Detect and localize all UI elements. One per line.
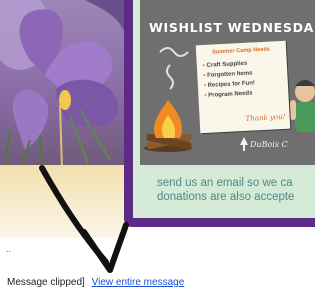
message-clipped-label: Message clipped] bbox=[7, 277, 85, 288]
newsletter-card: WISHLIST WEDNESDA Summer Camp Needs Craf… bbox=[124, 0, 315, 227]
crocus-photo bbox=[0, 0, 128, 170]
newsletter-body-text: send us an email so we ca donations are … bbox=[157, 176, 315, 204]
view-entire-message-link[interactable]: View entire message bbox=[92, 277, 185, 288]
crocus-photo-banner bbox=[0, 0, 128, 238]
body-line: donations are also accepte bbox=[157, 191, 295, 203]
wishlist-graphic[interactable]: WISHLIST WEDNESDA Summer Camp Needs Craf… bbox=[140, 0, 315, 165]
crocus-flowers-image bbox=[0, 0, 128, 170]
organization-logo-text: DuBois C bbox=[250, 140, 288, 149]
note-list: Craft Supplies Forgotten Items Recipes f… bbox=[203, 58, 256, 101]
photo-gradient-fade bbox=[0, 165, 128, 238]
newsletter-card-content: WISHLIST WEDNESDA Summer Camp Needs Craf… bbox=[133, 0, 315, 218]
body-line: send us an email so we ca bbox=[157, 177, 293, 189]
wishlist-title: WISHLIST WEDNESDA bbox=[149, 20, 315, 35]
note-thanks: Thank you! bbox=[245, 112, 286, 123]
email-body: WISHLIST WEDNESDA Summer Camp Needs Craf… bbox=[0, 0, 315, 238]
message-clipped-bar: Message clipped] View entire message bbox=[7, 277, 184, 288]
note-item: Program Needs bbox=[204, 88, 256, 101]
wishlist-note: Summer Camp Needs Craft Supplies Forgott… bbox=[195, 40, 291, 134]
trimmed-content-dots[interactable]: .. bbox=[6, 244, 11, 254]
note-title: Summer Camp Needs bbox=[212, 46, 271, 56]
